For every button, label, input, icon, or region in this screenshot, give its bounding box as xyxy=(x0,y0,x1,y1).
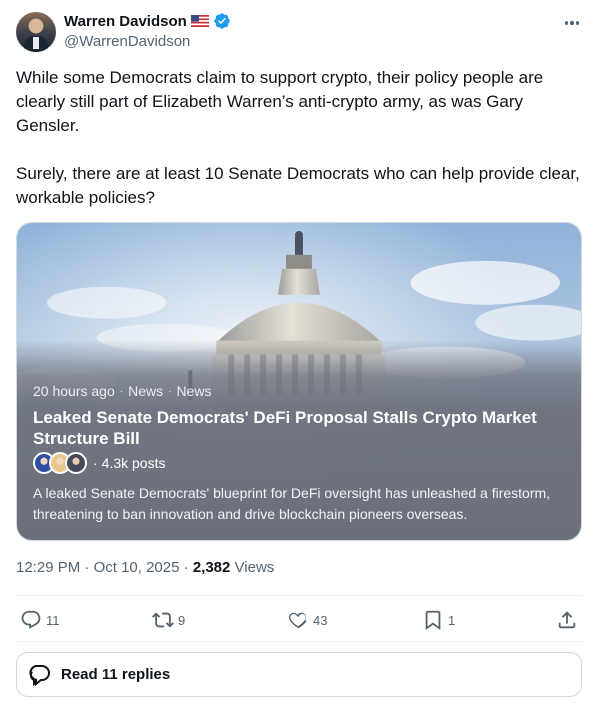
more-dot xyxy=(575,21,580,25)
tweet-text: While some Democrats claim to support cr… xyxy=(16,66,582,210)
avatar-shirt xyxy=(33,37,39,49)
card-posts-row: · 4.3k posts xyxy=(33,452,166,474)
bookmark-count: 1 xyxy=(448,612,456,628)
author-name-row: Warren Davidson xyxy=(64,12,231,30)
author-handle[interactable]: @WarrenDavidson xyxy=(64,33,190,50)
us-flag-icon xyxy=(190,15,209,27)
like-count: 43 xyxy=(313,612,328,628)
tweet-time[interactable]: 12:29 PM xyxy=(16,559,80,576)
meta-separator: · xyxy=(183,559,189,576)
meta-separator: · xyxy=(84,559,90,576)
tweet-timestamp-row: 12:29 PM · Oct 10, 2025 · 2,382 Views xyxy=(16,559,274,576)
more-icon[interactable] xyxy=(562,16,582,30)
tweet-paragraph-1: While some Democrats claim to support cr… xyxy=(16,68,544,135)
news-card[interactable]: 20 hours ago · News · News Leaked Senate… xyxy=(16,222,582,541)
bookmark-button[interactable]: 1 xyxy=(422,606,455,634)
tweet-date[interactable]: Oct 10, 2025 xyxy=(94,559,180,576)
card-separator: · xyxy=(168,385,172,397)
views-label: Views xyxy=(234,559,275,576)
repost-count: 9 xyxy=(178,612,186,628)
author-avatar[interactable] xyxy=(16,12,56,52)
reply-icon xyxy=(21,610,41,629)
speech-bubbles-icon xyxy=(29,664,50,686)
read-replies-button[interactable]: Read 11 replies xyxy=(16,652,582,697)
card-category: News xyxy=(128,383,164,399)
tweet-header: Warren Davidson @WarrenDavidson xyxy=(16,10,582,54)
views-count: 2,382 xyxy=(192,559,231,576)
card-description: A leaked Senate Democrats' blueprint for… xyxy=(33,485,551,522)
divider xyxy=(16,641,582,642)
posts-count: 4.3k posts xyxy=(101,455,166,471)
reply-count: 11 xyxy=(46,612,60,628)
participant-avatar xyxy=(65,452,87,474)
more-dot xyxy=(564,21,569,25)
like-icon xyxy=(289,612,307,629)
share-button[interactable] xyxy=(556,606,578,634)
repost-button[interactable]: 9 xyxy=(152,606,185,634)
more-dot xyxy=(570,21,574,25)
share-icon xyxy=(558,611,576,629)
like-button[interactable]: 43 xyxy=(287,606,327,634)
divider xyxy=(16,595,582,596)
card-category: News xyxy=(176,383,212,399)
card-title[interactable]: Leaked Senate Democrats' DeFi Proposal S… xyxy=(33,407,563,449)
bookmark-icon xyxy=(425,610,441,631)
read-replies-label: Read 11 replies xyxy=(61,666,171,683)
action-bar: 11 9 43 1 xyxy=(16,606,582,634)
author-name[interactable]: Warren Davidson xyxy=(64,13,187,30)
reply-button[interactable]: 11 xyxy=(20,606,60,634)
verified-icon xyxy=(214,13,230,29)
card-time: 20 hours ago xyxy=(33,383,115,399)
repost-icon xyxy=(152,612,174,628)
card-separator: · xyxy=(119,385,124,397)
posts-separator: · xyxy=(93,455,98,471)
card-meta: 20 hours ago · News · News xyxy=(33,383,211,399)
tweet-paragraph-2: Surely, there are at least 10 Senate Dem… xyxy=(16,164,580,207)
